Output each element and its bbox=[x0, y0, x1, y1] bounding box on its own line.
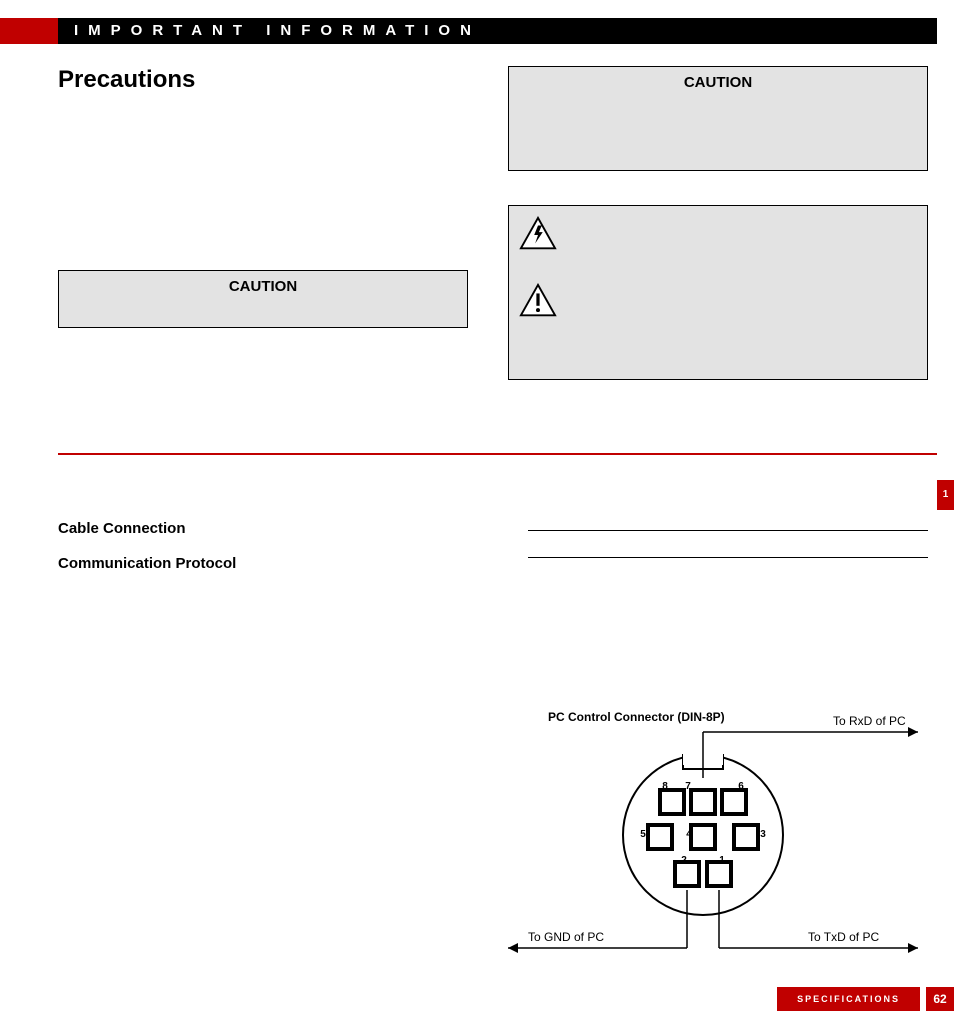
section-title: Precautions bbox=[58, 66, 195, 94]
caution-box-left: CAUTION bbox=[58, 270, 468, 328]
connector-diagram: PC Control Connector (DIN-8P) bbox=[488, 710, 948, 980]
rule-top bbox=[528, 530, 928, 531]
subheading-cable: Cable Connection bbox=[58, 520, 186, 537]
header-accent bbox=[0, 18, 58, 44]
label-gnd: To GND of PC bbox=[528, 930, 604, 944]
pin-1: 1 bbox=[717, 855, 727, 866]
pin-3: 3 bbox=[758, 829, 768, 840]
pin-5: 5 bbox=[638, 829, 648, 840]
caution-right-title: CAUTION bbox=[509, 67, 927, 91]
warning-exclaim-icon bbox=[519, 283, 917, 322]
pin-8: 8 bbox=[660, 781, 670, 792]
header-bar: IMPORTANT INFORMATION bbox=[0, 18, 937, 44]
caution-box-right: CAUTION bbox=[508, 66, 928, 171]
footer: SPECIFICATIONS 62 bbox=[777, 987, 954, 1011]
footer-page: 62 bbox=[926, 987, 954, 1011]
header-title: IMPORTANT INFORMATION bbox=[58, 18, 937, 44]
footer-label: SPECIFICATIONS bbox=[777, 987, 920, 1011]
page-content: Precautions CAUTION CAUTION bbox=[58, 60, 937, 1011]
label-rxd: To RxD of PC bbox=[833, 714, 906, 728]
label-txd: To TxD of PC bbox=[808, 930, 879, 944]
side-tab: 1 bbox=[937, 480, 954, 510]
red-divider bbox=[58, 453, 937, 455]
pin-2: 2 bbox=[679, 855, 689, 866]
pin-4: 4 bbox=[684, 829, 694, 840]
warning-electric-icon bbox=[519, 216, 917, 255]
warning-box bbox=[508, 205, 928, 380]
pin-6: 6 bbox=[736, 781, 746, 792]
subheading-protocol: Communication Protocol bbox=[58, 555, 236, 572]
caution-left-title: CAUTION bbox=[59, 271, 467, 295]
rule-bottom bbox=[528, 557, 928, 558]
pin-7: 7 bbox=[683, 781, 693, 792]
